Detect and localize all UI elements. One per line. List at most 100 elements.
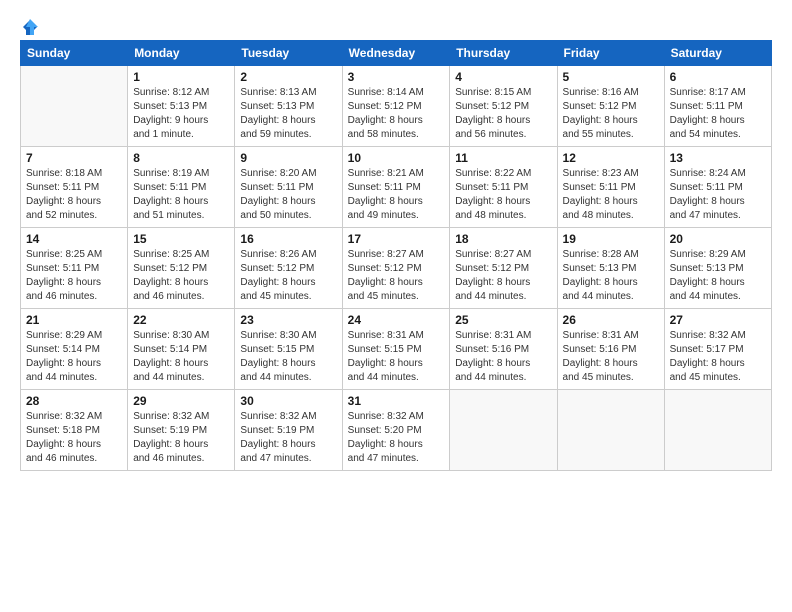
day-info: Sunrise: 8:23 AM Sunset: 5:11 PM Dayligh… xyxy=(563,167,659,223)
day-number: 1 xyxy=(133,70,229,84)
day-info: Sunrise: 8:32 AM Sunset: 5:19 PM Dayligh… xyxy=(133,410,229,466)
day-number: 10 xyxy=(348,151,445,165)
day-info: Sunrise: 8:32 AM Sunset: 5:19 PM Dayligh… xyxy=(240,410,336,466)
calendar-week-1: 1 Sunrise: 8:12 AM Sunset: 5:13 PM Daylig… xyxy=(21,66,772,147)
calendar-cell: 14Sunrise: 8:25 AM Sunset: 5:11 PM Dayli… xyxy=(21,228,128,309)
day-info: Sunrise: 8:20 AM Sunset: 5:11 PM Dayligh… xyxy=(240,167,336,223)
day-info: Sunrise: 8:22 AM Sunset: 5:11 PM Dayligh… xyxy=(455,167,551,223)
day-info: Sunrise: 8:32 AM Sunset: 5:18 PM Dayligh… xyxy=(26,410,122,466)
day-number: 21 xyxy=(26,313,122,327)
calendar-cell: 13 Sunrise: 8:24 AM Sunset: 5:11 PM Dayli… xyxy=(664,147,771,228)
calendar-cell: 17 Sunrise: 8:27 AM Sunset: 5:12 PM Dayli… xyxy=(342,228,450,309)
calendar-cell: 29 Sunrise: 8:32 AM Sunset: 5:19 PM Dayli… xyxy=(128,390,235,471)
day-number: 2 xyxy=(240,70,336,84)
header xyxy=(20,18,772,32)
day-number: 22 xyxy=(133,313,229,327)
day-info: Sunrise: 8:14 AM Sunset: 5:12 PM Dayligh… xyxy=(348,86,445,142)
day-info: Sunrise: 8:16 AM Sunset: 5:12 PM Dayligh… xyxy=(563,86,659,142)
day-info: Sunrise: 8:31 AM Sunset: 5:16 PM Dayligh… xyxy=(455,329,551,385)
calendar-cell: 15 Sunrise: 8:25 AM Sunset: 5:12 PM Dayli… xyxy=(128,228,235,309)
day-info: Sunrise: 8:27 AM Sunset: 5:12 PM Dayligh… xyxy=(455,248,551,304)
calendar-cell xyxy=(450,390,557,471)
calendar-week-4: 21 Sunrise: 8:29 AM Sunset: 5:14 PM Dayli… xyxy=(21,309,772,390)
calendar-cell: 19 Sunrise: 8:28 AM Sunset: 5:13 PM Dayli… xyxy=(557,228,664,309)
day-number: 13 xyxy=(670,151,766,165)
logo-icon xyxy=(21,18,39,36)
day-number: 14 xyxy=(26,232,122,246)
day-info: Sunrise: 8:32 AM Sunset: 5:17 PM Dayligh… xyxy=(670,329,766,385)
calendar-cell: 7Sunrise: 8:18 AM Sunset: 5:11 PM Daylig… xyxy=(21,147,128,228)
day-number: 27 xyxy=(670,313,766,327)
calendar-cell: 5 Sunrise: 8:16 AM Sunset: 5:12 PM Daylig… xyxy=(557,66,664,147)
calendar-cell: 11Sunrise: 8:22 AM Sunset: 5:11 PM Dayli… xyxy=(450,147,557,228)
day-number: 31 xyxy=(348,394,445,408)
day-number: 15 xyxy=(133,232,229,246)
day-info: Sunrise: 8:26 AM Sunset: 5:12 PM Dayligh… xyxy=(240,248,336,304)
calendar-header-thursday: Thursday xyxy=(450,41,557,66)
calendar-cell: 12 Sunrise: 8:23 AM Sunset: 5:11 PM Dayli… xyxy=(557,147,664,228)
calendar-header-sunday: Sunday xyxy=(21,41,128,66)
calendar-cell: 21 Sunrise: 8:29 AM Sunset: 5:14 PM Dayli… xyxy=(21,309,128,390)
calendar-cell: 30 Sunrise: 8:32 AM Sunset: 5:19 PM Dayli… xyxy=(235,390,342,471)
calendar-header-friday: Friday xyxy=(557,41,664,66)
calendar-cell: 3 Sunrise: 8:14 AM Sunset: 5:12 PM Daylig… xyxy=(342,66,450,147)
day-info: Sunrise: 8:30 AM Sunset: 5:15 PM Dayligh… xyxy=(240,329,336,385)
calendar-cell: 6 Sunrise: 8:17 AM Sunset: 5:11 PM Daylig… xyxy=(664,66,771,147)
day-number: 6 xyxy=(670,70,766,84)
calendar-cell: 25Sunrise: 8:31 AM Sunset: 5:16 PM Dayli… xyxy=(450,309,557,390)
calendar-table: SundayMondayTuesdayWednesdayThursdayFrid… xyxy=(20,40,772,471)
day-number: 19 xyxy=(563,232,659,246)
day-number: 29 xyxy=(133,394,229,408)
calendar-cell: 24 Sunrise: 8:31 AM Sunset: 5:15 PM Dayli… xyxy=(342,309,450,390)
calendar-cell xyxy=(21,66,128,147)
calendar-cell: 27 Sunrise: 8:32 AM Sunset: 5:17 PM Dayli… xyxy=(664,309,771,390)
day-info: Sunrise: 8:31 AM Sunset: 5:15 PM Dayligh… xyxy=(348,329,445,385)
day-info: Sunrise: 8:32 AM Sunset: 5:20 PM Dayligh… xyxy=(348,410,445,466)
day-number: 5 xyxy=(563,70,659,84)
calendar-cell: 31 Sunrise: 8:32 AM Sunset: 5:20 PM Dayli… xyxy=(342,390,450,471)
day-info: Sunrise: 8:30 AM Sunset: 5:14 PM Dayligh… xyxy=(133,329,229,385)
day-info: Sunrise: 8:29 AM Sunset: 5:13 PM Dayligh… xyxy=(670,248,766,304)
day-info: Sunrise: 8:28 AM Sunset: 5:13 PM Dayligh… xyxy=(563,248,659,304)
day-number: 16 xyxy=(240,232,336,246)
calendar-cell: 9Sunrise: 8:20 AM Sunset: 5:11 PM Daylig… xyxy=(235,147,342,228)
calendar-cell: 26 Sunrise: 8:31 AM Sunset: 5:16 PM Dayli… xyxy=(557,309,664,390)
calendar-cell: 28Sunrise: 8:32 AM Sunset: 5:18 PM Dayli… xyxy=(21,390,128,471)
day-info: Sunrise: 8:29 AM Sunset: 5:14 PM Dayligh… xyxy=(26,329,122,385)
calendar-cell: 4 Sunrise: 8:15 AM Sunset: 5:12 PM Daylig… xyxy=(450,66,557,147)
calendar-week-2: 7Sunrise: 8:18 AM Sunset: 5:11 PM Daylig… xyxy=(21,147,772,228)
page: SundayMondayTuesdayWednesdayThursdayFrid… xyxy=(0,0,792,612)
calendar-header-tuesday: Tuesday xyxy=(235,41,342,66)
day-info: Sunrise: 8:24 AM Sunset: 5:11 PM Dayligh… xyxy=(670,167,766,223)
day-info: Sunrise: 8:13 AM Sunset: 5:13 PM Dayligh… xyxy=(240,86,336,142)
day-number: 3 xyxy=(348,70,445,84)
day-number: 12 xyxy=(563,151,659,165)
day-info: Sunrise: 8:12 AM Sunset: 5:13 PM Dayligh… xyxy=(133,86,229,142)
calendar-cell: 20 Sunrise: 8:29 AM Sunset: 5:13 PM Dayli… xyxy=(664,228,771,309)
day-number: 30 xyxy=(240,394,336,408)
day-number: 17 xyxy=(348,232,445,246)
calendar-header-saturday: Saturday xyxy=(664,41,771,66)
day-info: Sunrise: 8:25 AM Sunset: 5:12 PM Dayligh… xyxy=(133,248,229,304)
day-info: Sunrise: 8:27 AM Sunset: 5:12 PM Dayligh… xyxy=(348,248,445,304)
day-info: Sunrise: 8:21 AM Sunset: 5:11 PM Dayligh… xyxy=(348,167,445,223)
calendar-cell: 1 Sunrise: 8:12 AM Sunset: 5:13 PM Daylig… xyxy=(128,66,235,147)
day-info: Sunrise: 8:18 AM Sunset: 5:11 PM Dayligh… xyxy=(26,167,122,223)
day-number: 20 xyxy=(670,232,766,246)
calendar-header-wednesday: Wednesday xyxy=(342,41,450,66)
day-info: Sunrise: 8:31 AM Sunset: 5:16 PM Dayligh… xyxy=(563,329,659,385)
calendar-cell: 16 Sunrise: 8:26 AM Sunset: 5:12 PM Dayli… xyxy=(235,228,342,309)
calendar-cell: 10 Sunrise: 8:21 AM Sunset: 5:11 PM Dayli… xyxy=(342,147,450,228)
calendar-week-3: 14Sunrise: 8:25 AM Sunset: 5:11 PM Dayli… xyxy=(21,228,772,309)
day-info: Sunrise: 8:17 AM Sunset: 5:11 PM Dayligh… xyxy=(670,86,766,142)
calendar-cell: 23Sunrise: 8:30 AM Sunset: 5:15 PM Dayli… xyxy=(235,309,342,390)
day-number: 4 xyxy=(455,70,551,84)
day-info: Sunrise: 8:19 AM Sunset: 5:11 PM Dayligh… xyxy=(133,167,229,223)
day-number: 24 xyxy=(348,313,445,327)
calendar-header-row: SundayMondayTuesdayWednesdayThursdayFrid… xyxy=(21,41,772,66)
day-number: 26 xyxy=(563,313,659,327)
calendar-cell: 18Sunrise: 8:27 AM Sunset: 5:12 PM Dayli… xyxy=(450,228,557,309)
day-info: Sunrise: 8:15 AM Sunset: 5:12 PM Dayligh… xyxy=(455,86,551,142)
calendar-cell: 2 Sunrise: 8:13 AM Sunset: 5:13 PM Daylig… xyxy=(235,66,342,147)
calendar-header-monday: Monday xyxy=(128,41,235,66)
